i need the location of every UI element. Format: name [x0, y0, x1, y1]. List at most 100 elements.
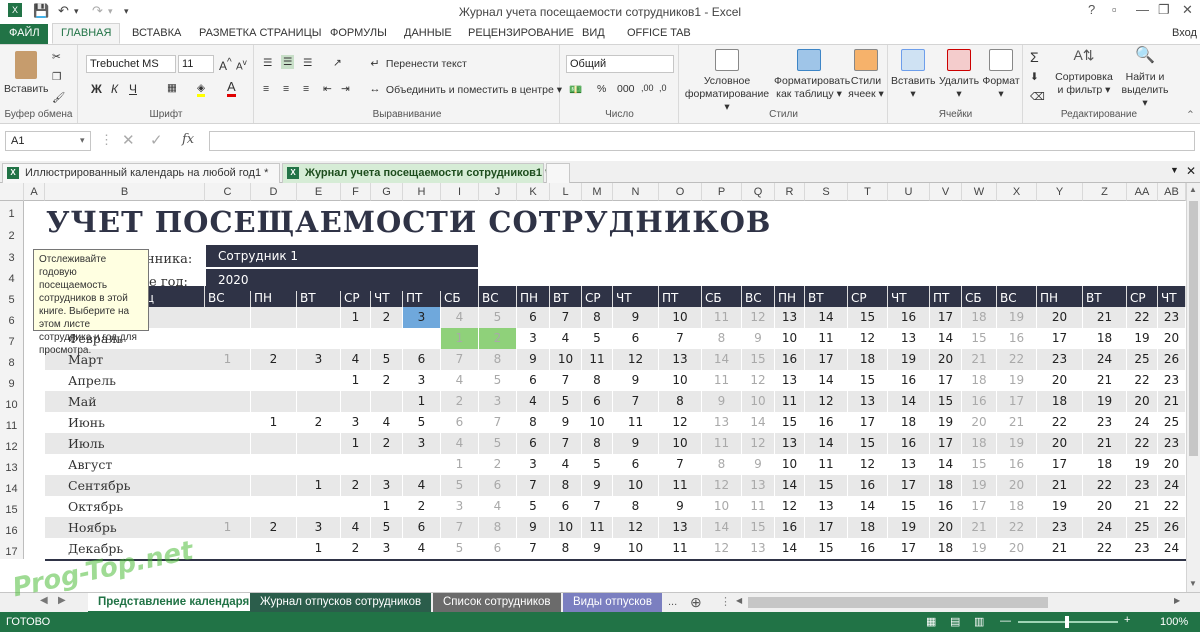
- sheet-tab-employee-list[interactable]: Список сотрудников: [433, 593, 561, 613]
- day-cell[interactable]: 6: [441, 412, 479, 433]
- day-cell[interactable]: 1: [205, 349, 251, 370]
- day-cell[interactable]: 3: [517, 454, 550, 475]
- day-cell[interactable]: 1: [251, 412, 297, 433]
- day-cell[interactable]: 1: [297, 475, 341, 496]
- day-cell[interactable]: 14: [888, 391, 930, 412]
- day-cell[interactable]: [403, 454, 441, 475]
- day-cell[interactable]: 5: [371, 517, 403, 538]
- currency-icon[interactable]: 💵: [569, 83, 582, 96]
- day-cell[interactable]: 1: [403, 391, 441, 412]
- day-cell[interactable]: [341, 496, 371, 517]
- day-cell[interactable]: 15: [742, 349, 775, 370]
- select-all-corner[interactable]: [0, 183, 24, 201]
- day-cell[interactable]: 6: [403, 517, 441, 538]
- day-cell[interactable]: 1: [441, 454, 479, 475]
- day-cell[interactable]: 6: [517, 433, 550, 454]
- day-cell[interactable]: 18: [1037, 391, 1083, 412]
- day-cell[interactable]: 20: [1037, 433, 1083, 454]
- day-cell[interactable]: 23: [1127, 475, 1158, 496]
- day-cell[interactable]: 25: [1127, 517, 1158, 538]
- more-sheets-button[interactable]: ...: [668, 596, 677, 608]
- day-cell[interactable]: 21: [1083, 307, 1127, 328]
- cell-styles-button[interactable]: Стили ячеек ▾: [846, 49, 886, 101]
- day-cell[interactable]: 18: [997, 496, 1037, 517]
- day-cell[interactable]: 13: [888, 328, 930, 349]
- zoom-slider-thumb[interactable]: [1065, 616, 1069, 628]
- day-cell[interactable]: 19: [1127, 454, 1158, 475]
- day-cell[interactable]: 13: [659, 349, 702, 370]
- day-cell[interactable]: 1: [341, 433, 371, 454]
- row-header[interactable]: 13: [0, 454, 24, 475]
- day-cell[interactable]: 12: [613, 517, 659, 538]
- column-header[interactable]: W: [962, 183, 997, 201]
- day-cell[interactable]: 17: [848, 412, 888, 433]
- collapse-ribbon-icon[interactable]: ⌃: [1186, 109, 1195, 121]
- column-header[interactable]: B: [45, 183, 205, 201]
- day-cell[interactable]: 9: [613, 433, 659, 454]
- day-cell[interactable]: 8: [702, 328, 742, 349]
- normal-view-icon[interactable]: ▦: [926, 615, 936, 628]
- day-cell[interactable]: 7: [517, 475, 550, 496]
- day-cell[interactable]: 16: [888, 307, 930, 328]
- day-cell[interactable]: 17: [930, 370, 962, 391]
- day-cell[interactable]: 20: [997, 538, 1037, 559]
- column-header[interactable]: T: [848, 183, 888, 201]
- day-cell[interactable]: 12: [613, 349, 659, 370]
- day-cell[interactable]: 10: [582, 412, 613, 433]
- day-cell[interactable]: 4: [341, 349, 371, 370]
- day-cell[interactable]: 16: [848, 538, 888, 559]
- day-cell[interactable]: [251, 475, 297, 496]
- day-cell[interactable]: 2: [297, 412, 341, 433]
- tab-list-icon[interactable]: ▼: [1170, 165, 1179, 175]
- day-cell[interactable]: 14: [805, 433, 848, 454]
- day-cell[interactable]: 3: [341, 412, 371, 433]
- day-cell[interactable]: 20: [962, 412, 997, 433]
- day-cell[interactable]: 21: [962, 349, 997, 370]
- tab-review[interactable]: РЕЦЕНЗИРОВАНИЕ: [468, 27, 574, 39]
- day-cell[interactable]: 14: [742, 412, 775, 433]
- day-cell[interactable]: 5: [371, 349, 403, 370]
- tab-home[interactable]: ГЛАВНАЯ: [52, 23, 121, 44]
- day-cell[interactable]: 8: [517, 412, 550, 433]
- day-cell[interactable]: 17: [962, 496, 997, 517]
- day-cell[interactable]: 11: [659, 538, 702, 559]
- day-cell[interactable]: 7: [441, 517, 479, 538]
- day-cell[interactable]: 16: [805, 412, 848, 433]
- employee-select[interactable]: Сотрудник 1: [206, 245, 478, 267]
- day-cell[interactable]: [205, 454, 251, 475]
- day-cell[interactable]: 4: [550, 454, 582, 475]
- day-cell[interactable]: 13: [742, 475, 775, 496]
- day-cell[interactable]: 4: [341, 517, 371, 538]
- day-cell[interactable]: [251, 454, 297, 475]
- function-icon[interactable]: fx: [182, 132, 194, 147]
- day-cell[interactable]: [205, 433, 251, 454]
- day-cell[interactable]: 2: [341, 475, 371, 496]
- day-cell[interactable]: 11: [775, 391, 805, 412]
- column-header[interactable]: N: [613, 183, 659, 201]
- help-button[interactable]: ?: [1088, 2, 1095, 17]
- day-cell[interactable]: 21: [1158, 391, 1186, 412]
- day-cell[interactable]: 3: [403, 307, 441, 328]
- day-cell[interactable]: 15: [848, 307, 888, 328]
- day-cell[interactable]: 20: [997, 475, 1037, 496]
- day-cell[interactable]: 3: [297, 349, 341, 370]
- column-header[interactable]: AB: [1158, 183, 1186, 201]
- day-cell[interactable]: 6: [403, 349, 441, 370]
- day-cell[interactable]: 4: [441, 307, 479, 328]
- column-header[interactable]: Y: [1037, 183, 1083, 201]
- day-cell[interactable]: 5: [582, 454, 613, 475]
- day-cell[interactable]: 5: [479, 370, 517, 391]
- sheet-tab-leave-types[interactable]: Виды отпусков: [563, 593, 662, 613]
- day-cell[interactable]: 10: [659, 433, 702, 454]
- day-cell[interactable]: 14: [775, 538, 805, 559]
- day-cell[interactable]: 24: [1083, 349, 1127, 370]
- day-cell[interactable]: 24: [1158, 538, 1186, 559]
- font-color-icon[interactable]: A: [227, 80, 236, 97]
- decrease-font-icon[interactable]: Av: [236, 57, 247, 72]
- name-box-dropdown-icon[interactable]: ▾: [80, 135, 85, 146]
- zoom-out-icon[interactable]: —: [1000, 615, 1011, 627]
- font-size-select[interactable]: 11: [178, 55, 214, 73]
- day-cell[interactable]: 24: [1127, 412, 1158, 433]
- day-cell[interactable]: [341, 454, 371, 475]
- column-header[interactable]: X: [997, 183, 1037, 201]
